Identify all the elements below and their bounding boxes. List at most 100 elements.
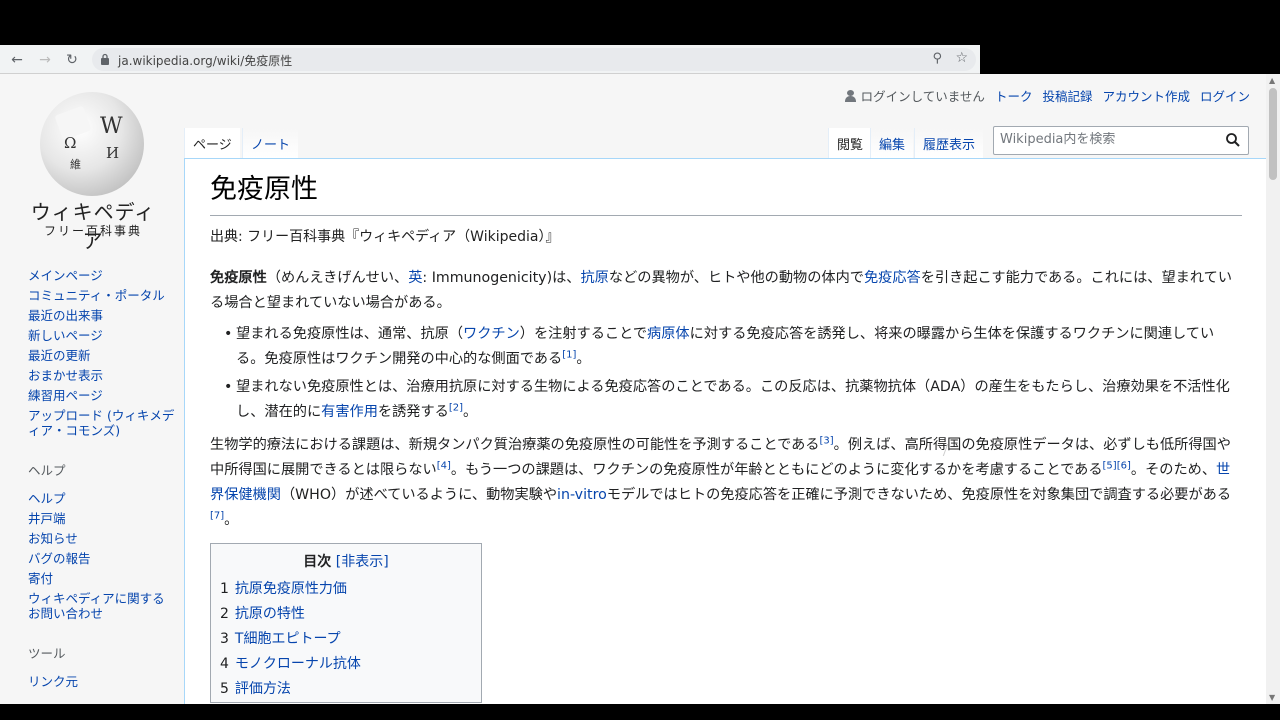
toc-number: 2 [220, 605, 229, 622]
link-immune-response[interactable]: 免疫応答 [864, 270, 921, 286]
browser-toolbar: ← → ↻ ja.wikipedia.org/wiki/免疫原性 ⚲ ☆ [0, 45, 980, 74]
forward-arrow-icon[interactable]: → [34, 49, 56, 71]
toc-number: 4 [220, 655, 229, 672]
scroll-up-icon[interactable]: ▲ [1269, 76, 1275, 85]
toc-title: 目次 [303, 553, 332, 570]
sidebar-item-upload[interactable]: アップロード (ウィキメディア・コモンズ) [28, 408, 176, 438]
sidebar-item-main-page[interactable]: メインページ [28, 268, 176, 283]
reference-link[interactable]: [1] [562, 349, 576, 360]
article-content: 免疫原性 出典: フリー百科事典『ウィキペディア（Wikipedia）』 免疫原… [184, 158, 1266, 704]
page-scrollbar[interactable]: ▲ ▼ [1266, 74, 1280, 704]
link-adverse-effect[interactable]: 有害作用 [321, 404, 378, 420]
sidebar-item-what-links-here[interactable]: リンク元 [28, 674, 176, 689]
talk-link[interactable]: トーク [995, 86, 1033, 105]
sidebar-item-bug-report[interactable]: バグの報告 [28, 551, 176, 566]
sidebar-item-new-pages[interactable]: 新しいページ [28, 328, 176, 343]
text: ）を注射することで [519, 325, 648, 342]
reload-icon[interactable]: ↻ [61, 49, 83, 71]
sidebar-item-help[interactable]: ヘルプ [28, 491, 176, 506]
sidebar-item-community-portal[interactable]: コミュニティ・ポータル [28, 288, 176, 303]
scroll-down-icon[interactable]: ▼ [1269, 693, 1275, 702]
bookmark-star-icon[interactable]: ☆ [955, 50, 968, 66]
intro-paragraph: 免疫原性（めんえきげんせい、英: Immunogenicity)は、抗原などの異… [210, 266, 1242, 316]
toc-link[interactable]: 抗原免疫原性力価 [235, 581, 347, 597]
sidebar-item-current-events[interactable]: 最近の出来事 [28, 308, 176, 323]
zoom-icon[interactable]: ⚲ [932, 51, 942, 66]
search-input[interactable] [1000, 132, 1210, 147]
tab-note[interactable]: ノート [242, 128, 299, 158]
page-title: 免疫原性 [210, 173, 1242, 216]
search-box [993, 126, 1249, 155]
site-subtitle: 出典: フリー百科事典『ウィキペディア（Wikipedia）』 [210, 228, 560, 245]
tab-read[interactable]: 閲覧 [828, 128, 872, 158]
user-icon [844, 89, 856, 102]
login-link[interactable]: ログイン [1200, 86, 1250, 105]
screen-right-border [980, 45, 1280, 74]
tab-edit[interactable]: 編集 [870, 128, 914, 158]
table-of-contents: 目次 [非表示] 1 抗原免疫原性力価 2 抗原の特性 3 T細胞エピトープ 4 モノク… [210, 542, 482, 703]
link-english[interactable]: 英 [408, 270, 422, 286]
link-vaccine[interactable]: ワクチン [463, 326, 520, 342]
list-item: 望まれない免疫原性とは、治療用抗原に対する生物による免疫応答のことである。この反… [224, 375, 1242, 425]
reference-link[interactable]: [3] [820, 435, 834, 446]
toc-item[interactable]: 2 抗原の特性 [220, 602, 472, 627]
wikipedia-logo[interactable]: W Ω И 維 ウィキペディア フリー百科事典 [28, 92, 158, 253]
list-item: 望まれる免疫原性は、通常、抗原（ワクチン）を注射することで病原体に対する免疫応答… [224, 322, 1242, 372]
link-pathogen[interactable]: 病原体 [647, 326, 690, 342]
sidebar: メインページ コミュニティ・ポータル 最近の出来事 新しいページ 最近の更新 お… [28, 268, 176, 694]
toc-link[interactable]: モノクローナル抗体 [235, 656, 361, 672]
login-status: ログインしていません [844, 86, 985, 105]
text: : Immunogenicity)は、 [422, 269, 581, 286]
sidebar-heading-help: ヘルプ [28, 463, 66, 478]
toc-item[interactable]: 1 抗原免疫原性力価 [220, 577, 472, 602]
reference-link[interactable]: [7] [210, 510, 224, 521]
reference-link[interactable]: [2] [449, 402, 463, 413]
login-status-text: ログインしていません [860, 89, 985, 104]
tab-history[interactable]: 履歴表示 [914, 128, 984, 158]
toc-header: 目次 [非表示] [220, 551, 472, 571]
sidebar-item-contact[interactable]: ウィキペディアに関するお問い合わせ [28, 591, 176, 621]
scrollbar-thumb[interactable] [1269, 88, 1277, 180]
text: 生物学的療法における課題は、新規タンパク質治療薬の免疫原性の可能性を予測すること… [210, 436, 820, 453]
toc-item[interactable]: 3 T細胞エピトープ [220, 627, 472, 652]
sidebar-item-sandbox[interactable]: 練習用ページ [28, 388, 176, 403]
text: 望まれる免疫原性は、通常、抗原（ [236, 325, 464, 342]
sidebar-item-announcements[interactable]: お知らせ [28, 531, 176, 546]
toc-item[interactable]: 5 評価方法 [220, 677, 472, 702]
address-bar[interactable]: ja.wikipedia.org/wiki/免疫原性 ⚲ ☆ [92, 48, 976, 71]
reference-link[interactable]: [6] [1117, 460, 1131, 471]
reference-link[interactable]: [4] [437, 460, 451, 471]
text: などの異物が、ヒトや他の動物の体内で [608, 269, 864, 286]
link-in-vitro[interactable]: in-vitro [557, 487, 607, 503]
text: を誘発する [377, 403, 449, 420]
screen-bottom-border [0, 704, 1280, 720]
toc-item[interactable]: 4 モノクローナル抗体 [220, 652, 472, 677]
toc-link[interactable]: T細胞エピトープ [235, 631, 341, 647]
text: （めんえきげんせい、 [266, 269, 409, 286]
screen-top-border [0, 0, 1280, 45]
toc-toggle-button[interactable]: [非表示] [336, 554, 389, 570]
url-text: ja.wikipedia.org/wiki/免疫原性 [118, 54, 293, 68]
puzzle-globe-icon: W Ω И 維 [40, 92, 144, 196]
toc-link[interactable]: 抗原の特性 [235, 606, 305, 622]
sidebar-item-donate[interactable]: 寄付 [28, 571, 176, 586]
reference-link[interactable]: [5] [1103, 460, 1117, 471]
tab-page[interactable]: ページ [184, 128, 240, 158]
text: モデルではヒトの免疫応答を正確に予測できないため、免疫原性を対象集団で調査する必… [606, 486, 1232, 503]
text: 。 [576, 350, 591, 367]
search-icon[interactable] [1226, 133, 1240, 147]
back-arrow-icon[interactable]: ← [6, 49, 28, 71]
toc-link[interactable]: 評価方法 [235, 681, 291, 697]
wiki-page: W Ω И 維 ウィキペディア フリー百科事典 メインページ コミュニティ・ポー… [0, 74, 1266, 704]
contributions-link[interactable]: 投稿記録 [1042, 86, 1092, 105]
link-antigen[interactable]: 抗原 [580, 270, 608, 286]
personal-tools: ログインしていません トーク 投稿記録 アカウント作成 ログイン [844, 86, 1250, 105]
sidebar-item-random[interactable]: おまかせ表示 [28, 368, 176, 383]
globe-glyph: 維 [70, 158, 81, 171]
logo-subtitle: フリー百科事典 [43, 224, 142, 238]
text: 。 [463, 403, 478, 420]
sidebar-item-recent-changes[interactable]: 最近の更新 [28, 348, 176, 363]
globe-glyph: W [100, 114, 123, 139]
create-account-link[interactable]: アカウント作成 [1102, 86, 1190, 105]
sidebar-item-village-pump[interactable]: 井戸端 [28, 511, 176, 526]
